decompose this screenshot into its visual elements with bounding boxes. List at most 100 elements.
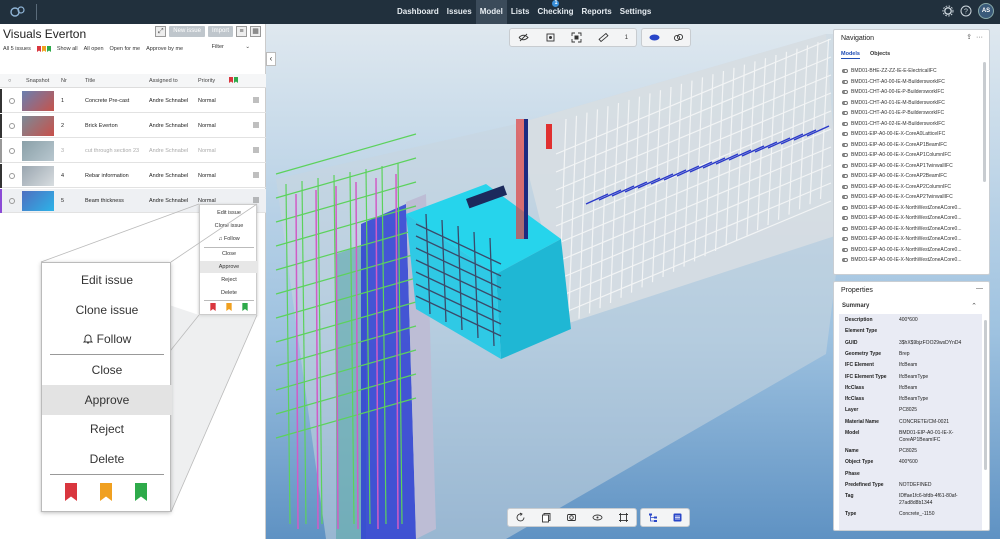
property-value[interactable]: BMD01-EIP-A0-01-IE-X-CoreAP1BeamIFC: [899, 430, 981, 444]
orange-flag-icon[interactable]: [100, 483, 112, 501]
nav-model[interactable]: Model: [475, 0, 507, 24]
visibility-toggle-icon[interactable]: [842, 132, 848, 136]
menu-follow-label: Follow: [96, 332, 132, 346]
list-item[interactable]: BMD01-EIP-A0-00-IE-X-NorthWestZoneACore0…: [842, 234, 962, 244]
properties-icon[interactable]: [672, 512, 683, 523]
property-value[interactable]: IfcBeam: [899, 362, 981, 369]
property-value[interactable]: 400*600: [899, 459, 981, 466]
logo-divider: [36, 4, 37, 20]
visibility-toggle-icon[interactable]: [842, 258, 848, 262]
tree-icon[interactable]: [648, 512, 659, 523]
summary-section-header[interactable]: Summary: [842, 303, 869, 309]
nav-issues[interactable]: Issues: [443, 0, 476, 24]
camera-icon[interactable]: [566, 512, 577, 523]
list-item[interactable]: BMD01-EIP-A0-00-IE-X-CoreAP1BeamIFC: [842, 140, 947, 150]
visibility-toggle-icon[interactable]: [842, 184, 848, 189]
menu-delete[interactable]: Delete: [42, 444, 172, 474]
property-value[interactable]: IDffae1fc6-bfdb-4f61-80af-27ad8d8b1344: [899, 493, 981, 507]
visibility-toggle-icon[interactable]: [842, 205, 848, 210]
property-value[interactable]: IfcBeamType: [899, 374, 981, 381]
collapse-panel-button[interactable]: ‹: [266, 52, 276, 66]
visibility-toggle-icon[interactable]: [842, 90, 848, 94]
list-item[interactable]: BMD01-EIP-A0-00-IE-X-CoreA0LatticeIFC: [842, 129, 945, 139]
list-item[interactable]: BMD01-EIP-A0-00-IE-X-NorthWestZoneACore0…: [842, 224, 962, 234]
menu-approve[interactable]: Approve: [42, 385, 172, 415]
list-item[interactable]: BMD01-EIP-A0-00-IE-X-NorthWestZoneACore0…: [842, 203, 962, 213]
green-flag-icon[interactable]: [135, 483, 147, 501]
list-item[interactable]: BMD01-CHT-A0-02-IE-M-BuildersworkIFC: [842, 119, 945, 129]
visibility-toggle-icon[interactable]: [842, 195, 848, 199]
list-item[interactable]: BMD01-BHE-ZZ-ZZ-IE-E-ElectricalIFC: [842, 66, 937, 76]
tab-models[interactable]: Models: [841, 51, 860, 59]
visibility-toggle-icon[interactable]: [842, 216, 848, 220]
nav-checking[interactable]: Checking 1: [533, 0, 577, 24]
measure-icon[interactable]: [598, 32, 609, 43]
visibility-toggle-icon[interactable]: [842, 111, 848, 115]
list-item[interactable]: BMD01-EIP-A0-00-IE-X-NorthWestZoneACore0…: [842, 245, 962, 255]
gear-icon[interactable]: [942, 5, 954, 17]
nav-lists[interactable]: Lists: [507, 0, 534, 24]
nav-dashboard[interactable]: Dashboard: [393, 0, 443, 24]
visibility-toggle-icon[interactable]: [842, 142, 848, 147]
visibility-toggle-icon[interactable]: [842, 121, 848, 126]
nav-reports[interactable]: Reports: [578, 0, 616, 24]
property-value[interactable]: Concrete_-1150: [899, 511, 981, 518]
property-value[interactable]: Brep: [899, 351, 981, 358]
list-item[interactable]: BMD01-EIP-A0-00-IE-X-CoreAP2BeamIFC: [842, 171, 947, 181]
list-item[interactable]: BMD01-EIP-A0-00-IE-X-NorthWestZoneACore0…: [842, 255, 962, 265]
copy-icon[interactable]: [541, 512, 552, 523]
share-icon[interactable]: ⇪: [966, 34, 972, 41]
menu-close[interactable]: Close: [42, 355, 172, 385]
visibility-toggle-icon[interactable]: [842, 79, 848, 84]
list-item[interactable]: BMD01-CHT-A0-00-IE-M-BuildersworkIFC: [842, 77, 945, 87]
tool-counter[interactable]: 1: [625, 35, 628, 41]
reset-view-icon[interactable]: [515, 512, 526, 523]
list-item[interactable]: BMD01-EIP-A0-00-IE-X-CoreAP2ColumnIFC: [842, 182, 951, 192]
list-item[interactable]: BMD01-EIP-A0-00-IE-X-CoreAP1ColumnIFC: [842, 150, 951, 160]
app-logo-icon[interactable]: [8, 4, 28, 20]
list-item[interactable]: BMD01-CHT-A0-01-IE-M-BuildersworkIFC: [842, 98, 945, 108]
property-value[interactable]: IfcBeamType: [899, 396, 981, 403]
property-value[interactable]: 3$hX$9bjzFOO29wsDYnD4: [899, 340, 981, 347]
nav-settings[interactable]: Settings: [616, 0, 656, 24]
menu-clone-issue[interactable]: Clone issue: [42, 295, 172, 325]
list-item[interactable]: BMD01-EIP-A0-00-IE-X-NorthWestZoneACore0…: [842, 213, 962, 223]
list-item[interactable]: BMD01-CHT-A0-00-IE-P-BuildersworkIFC: [842, 87, 944, 97]
property-value[interactable]: CONCRETE/CM-0021: [899, 419, 981, 426]
list-item[interactable]: BMD01-EIP-A0-00-IE-X-CoreAP2TwinwallIFC: [842, 192, 953, 202]
visibility-toggle-icon[interactable]: [842, 247, 848, 252]
visibility-toggle-icon[interactable]: [842, 69, 848, 73]
section-box-icon[interactable]: [545, 32, 556, 43]
visibility-toggle-icon[interactable]: [842, 153, 848, 157]
visibility-toggle-icon[interactable]: [842, 226, 848, 231]
orbit-icon[interactable]: [592, 512, 603, 523]
frame-icon[interactable]: [618, 512, 629, 523]
property-value[interactable]: PC8025: [899, 407, 981, 414]
menu-edit-issue[interactable]: Edit issue: [42, 265, 172, 295]
fit-view-icon[interactable]: [571, 32, 582, 43]
menu-reject[interactable]: Reject: [42, 414, 172, 444]
properties-scrollbar[interactable]: [984, 320, 987, 470]
property-value[interactable]: NOTDEFINED: [899, 482, 981, 489]
visibility-toggle-icon[interactable]: [842, 100, 848, 105]
menu-follow[interactable]: Follow: [42, 324, 172, 354]
more-icon[interactable]: ···: [976, 34, 983, 41]
layers-icon[interactable]: [649, 32, 660, 43]
property-value[interactable]: IfcBeam: [899, 385, 981, 392]
chevron-up-icon[interactable]: ⌃: [971, 302, 977, 310]
properties-minimize-icon[interactable]: —: [976, 285, 983, 292]
list-item[interactable]: BMD01-EIP-A0-00-IE-X-CoreAP1TwinwallIFC: [842, 161, 953, 171]
user-avatar[interactable]: AS: [978, 3, 994, 19]
visibility-toggle-icon[interactable]: [842, 163, 848, 168]
red-flag-icon[interactable]: [65, 483, 77, 501]
navigation-scrollbar[interactable]: [983, 62, 986, 182]
list-item[interactable]: BMD01-CHT-A0-01-IE-P-BuildersworkIFC: [842, 108, 944, 118]
visibility-toggle-icon[interactable]: [842, 237, 848, 241]
visibility-icon[interactable]: [518, 32, 529, 43]
property-value[interactable]: PC8025: [899, 448, 981, 455]
link-icon[interactable]: [673, 32, 684, 43]
visibility-toggle-icon[interactable]: [842, 174, 848, 178]
tab-objects[interactable]: Objects: [870, 51, 890, 59]
help-icon[interactable]: ?: [960, 5, 972, 17]
property-value[interactable]: 400*600: [899, 317, 981, 324]
